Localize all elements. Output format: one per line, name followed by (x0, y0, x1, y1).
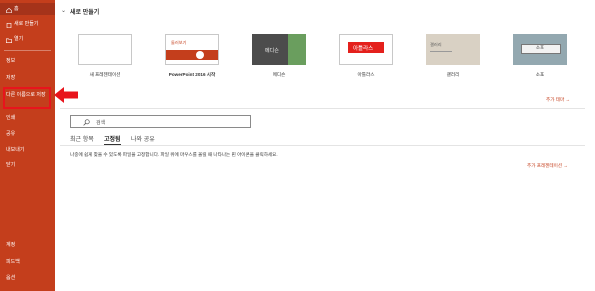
tab-shared-with-me[interactable]: 나와 공유 (131, 134, 155, 143)
highlight-box (3, 87, 51, 109)
sidebar-item-label: 저장 (6, 75, 16, 81)
search-input[interactable]: 검색 (70, 115, 251, 128)
arrow-circle-icon (196, 51, 204, 59)
search-placeholder: 검색 (96, 120, 106, 126)
sidebar-item-label: 닫기 (6, 162, 16, 168)
template-thumb-madison[interactable]: 메디슨 (252, 34, 306, 65)
sidebar-item-label: 홈 (14, 6, 19, 12)
sidebar-item-home[interactable]: 홈 (0, 3, 55, 15)
tab-recent[interactable]: 최근 항목 (70, 134, 94, 143)
sidebar-item-account[interactable]: 계정 (0, 239, 55, 251)
template-thumb-parcel[interactable]: 소포 (513, 34, 567, 65)
search-icon (83, 119, 90, 126)
template-thumb-blank[interactable] (78, 34, 132, 65)
sidebar-item-label: 계정 (6, 242, 16, 248)
template-label: PowerPoint 2016 시작 (168, 72, 216, 77)
sidebar-item-label: 인쇄 (6, 115, 16, 121)
section-title: 새로 만들기 (70, 10, 100, 16)
sidebar-item-options[interactable]: 옵션 (0, 272, 55, 284)
sidebar-item-print[interactable]: 인쇄 (0, 112, 55, 124)
thumb-text: 둘러보기 (171, 40, 187, 45)
sidebar-item-label: 내보내기 (6, 147, 25, 153)
sidebar-divider (4, 50, 51, 51)
template-label: 메디슨 (272, 72, 286, 77)
new-document-icon (6, 21, 12, 29)
pointer-arrow-icon (54, 87, 78, 103)
sidebar-item-save[interactable]: 저장 (0, 72, 55, 84)
home-icon (6, 6, 12, 14)
thumb-text: 아틀라스 (353, 46, 374, 52)
sidebar-item-export[interactable]: 내보내기 (0, 144, 55, 156)
backstage-sidebar: 홈 새로 만들기 열기 정보 저장 다른 이름으로 저장 인쇄 공유 내보내기 … (0, 0, 55, 291)
sidebar-item-share[interactable]: 공유 (0, 128, 55, 140)
template-label: 아틀라스 (357, 72, 375, 77)
sidebar-item-feedback[interactable]: 피드백 (0, 256, 55, 268)
more-themes-link[interactable]: 추가 테마 → (546, 97, 570, 103)
template-thumb-atlas[interactable]: 아틀라스 (339, 34, 393, 65)
thumb-text: 메디슨 (265, 48, 279, 54)
more-presentations-link[interactable]: 추가 프레젠테이션 → (527, 163, 568, 169)
template-label: 갤러리 (446, 72, 460, 77)
sidebar-item-open[interactable]: 열기 (0, 33, 55, 45)
template-thumb-tour[interactable]: 둘러보기 (165, 34, 219, 65)
template-label: 소포 (535, 72, 545, 77)
sidebar-item-label: 옵션 (6, 275, 16, 281)
sidebar-item-label: 공유 (6, 131, 16, 137)
template-thumb-gallery[interactable]: 갤러리 (426, 34, 480, 65)
sidebar-item-label: 피드백 (6, 259, 20, 265)
thumb-band (166, 50, 218, 60)
template-label: 새 프레젠테이션 (89, 72, 121, 77)
sidebar-item-new[interactable]: 새로 만들기 (0, 18, 55, 30)
pinned-description: 나중에 쉽게 찾을 수 있도록 파일을 고정합니다. 파일 위에 마우스를 올릴… (70, 152, 278, 157)
sidebar-item-label: 새로 만들기 (14, 21, 39, 27)
sidebar-item-info[interactable]: 정보 (0, 55, 55, 67)
thumb-line (430, 51, 452, 52)
thumb-text: 갤러리 (430, 42, 442, 47)
tabs-divider (60, 145, 585, 146)
sidebar-item-label: 정보 (6, 58, 16, 64)
thumb-text: 소포 (535, 45, 545, 50)
divider (60, 108, 585, 109)
collapse-chevron-icon[interactable]: ⌄ (61, 7, 66, 14)
sidebar-item-label: 열기 (14, 36, 24, 42)
folder-open-icon (6, 36, 12, 44)
tab-pinned[interactable]: 고정됨 (104, 134, 121, 145)
sidebar-item-close[interactable]: 닫기 (0, 159, 55, 171)
